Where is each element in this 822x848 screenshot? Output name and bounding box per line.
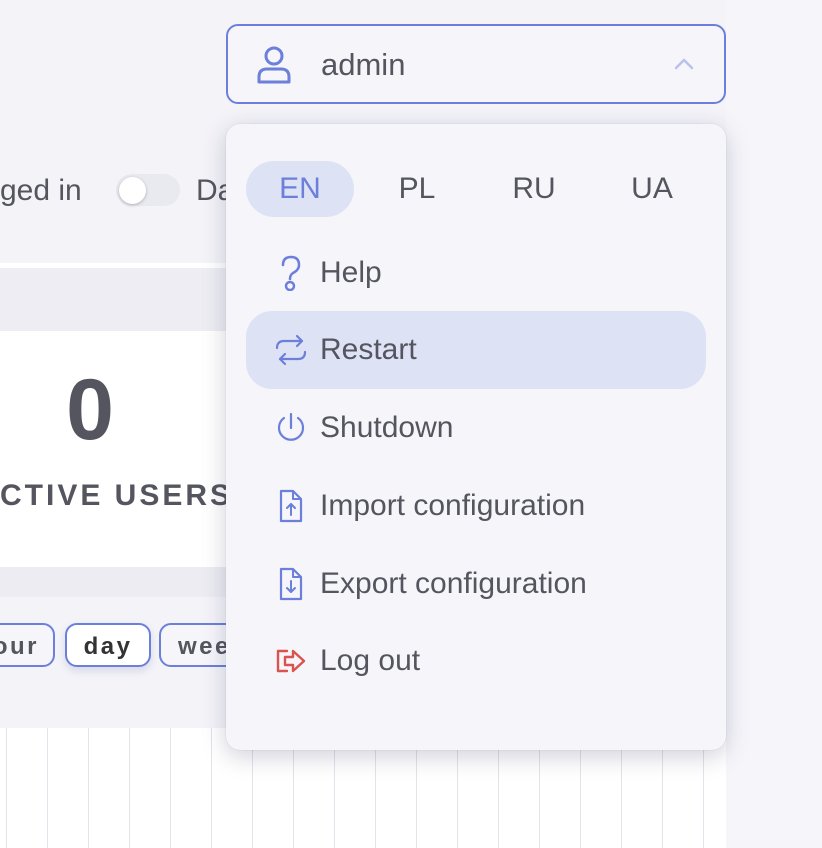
user-icon	[257, 46, 291, 84]
menu-item-label: Shutdown	[320, 411, 454, 444]
grid-line	[170, 728, 171, 848]
menu-item-label: Import configuration	[320, 489, 586, 522]
username-label: admin	[321, 47, 406, 82]
grid-line	[211, 728, 212, 848]
grid-line	[47, 728, 48, 848]
user-dropdown[interactable]	[226, 24, 726, 104]
logout-icon	[276, 649, 306, 673]
question-icon	[281, 255, 301, 291]
lang-ru-button[interactable]: RU	[480, 161, 588, 217]
grid-line	[6, 728, 7, 848]
lang-pl-button[interactable]: PL	[363, 161, 471, 217]
right-margin	[726, 0, 822, 848]
restart-icon	[275, 334, 307, 366]
power-icon	[277, 412, 305, 441]
menu-item-export-configuration[interactable]: Export configuration	[246, 545, 706, 623]
chevron-up-icon[interactable]	[672, 54, 696, 72]
lang-ua-button[interactable]: UA	[598, 161, 706, 217]
lang-en-button[interactable]: EN	[246, 161, 354, 217]
grid-line	[88, 728, 89, 848]
active-users-label: CTIVE USERS	[0, 479, 234, 512]
file-upload-icon	[279, 489, 303, 523]
menu-item-shutdown[interactable]: Shutdown	[246, 389, 706, 467]
menu-item-restart[interactable]: Restart	[246, 311, 706, 389]
menu-item-label: Export configuration	[320, 567, 587, 600]
menu-item-label: Log out	[320, 644, 421, 677]
file-download-icon	[279, 567, 303, 601]
period-hour-button[interactable]: our	[0, 623, 55, 667]
menu-item-log-out[interactable]: Log out	[246, 622, 706, 700]
toggle-knob	[119, 177, 146, 204]
menu-item-label: Restart	[320, 333, 417, 366]
active-users-count: 0	[66, 362, 114, 458]
period-day-button[interactable]: day	[65, 623, 151, 667]
grid-line	[129, 728, 130, 848]
menu-item-label: Help	[320, 256, 382, 289]
menu-item-help[interactable]: Help	[246, 234, 706, 312]
menu-item-import-configuration[interactable]: Import configuration	[246, 467, 706, 545]
logged-in-label: ged in	[0, 174, 82, 207]
